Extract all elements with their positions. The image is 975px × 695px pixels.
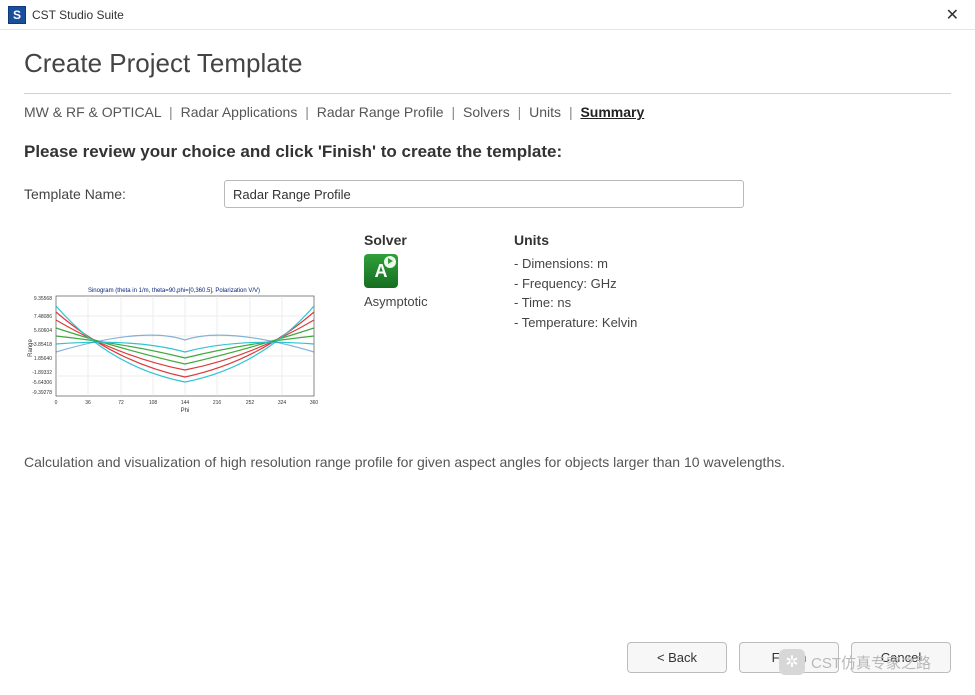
breadcrumb: MW & RF & OPTICAL | Radar Applications |… [24,104,951,120]
solver-name: Asymptotic [364,294,474,309]
list-item: - Temperature: Kelvin [514,313,951,333]
svg-text:Phi: Phi [181,408,190,412]
svg-text:-5.64306: -5.64306 [32,380,52,386]
svg-text:7.48086: 7.48086 [34,314,52,320]
cancel-button[interactable]: Cancel [851,642,951,673]
window-title: CST Studio Suite [32,8,124,22]
svg-text:108: 108 [149,400,158,406]
svg-text:72: 72 [118,400,124,406]
breadcrumb-item[interactable]: Units [529,104,561,120]
svg-text:1.85640: 1.85640 [34,356,52,362]
svg-text:36: 36 [85,400,91,406]
svg-text:324: 324 [278,400,287,406]
svg-text:3.85418: 3.85418 [34,342,52,348]
svg-text:144: 144 [181,400,190,406]
breadcrumb-item[interactable]: MW & RF & OPTICAL [24,104,161,120]
breadcrumb-item[interactable]: Radar Applications [181,104,298,120]
close-icon[interactable]: ✕ [938,3,967,27]
svg-text:360: 360 [310,400,319,406]
list-item: - Time: ns [514,293,951,313]
breadcrumb-item-active[interactable]: Summary [580,104,644,120]
svg-text:Sinogram (theta in 1/m, theta=: Sinogram (theta in 1/m, theta=90,phi=[0,… [88,288,260,294]
finish-button[interactable]: Finish [739,642,839,673]
svg-text:Range: Range [28,339,34,357]
solver-heading: Solver [364,232,474,248]
svg-text:-1.89332: -1.89332 [32,370,52,376]
divider [24,93,951,94]
svg-text:0: 0 [55,400,58,406]
back-button[interactable]: < Back [627,642,727,673]
instruction-heading: Please review your choice and click 'Fin… [24,142,951,162]
template-name-label: Template Name: [24,186,224,202]
template-description: Calculation and visualization of high re… [24,452,944,473]
template-name-input[interactable] [224,180,744,208]
svg-text:9.35568: 9.35568 [34,296,52,302]
units-heading: Units [514,232,951,248]
svg-text:-9.39278: -9.39278 [32,390,52,396]
svg-text:5.60604: 5.60604 [34,328,52,334]
breadcrumb-item[interactable]: Solvers [463,104,510,120]
list-item: - Dimensions: m [514,254,951,274]
svg-text:252: 252 [246,400,255,406]
list-item: - Frequency: GHz [514,274,951,294]
svg-text:216: 216 [213,400,222,406]
app-logo-icon: S [8,6,26,24]
solver-asymptotic-icon: A [364,254,398,288]
page-title: Create Project Template [24,48,951,79]
breadcrumb-item[interactable]: Radar Range Profile [317,104,444,120]
units-list: - Dimensions: m - Frequency: GHz - Time:… [514,254,951,332]
template-preview-thumbnail: Sinogram (theta in 1/m, theta=90,phi=[0,… [24,282,324,412]
